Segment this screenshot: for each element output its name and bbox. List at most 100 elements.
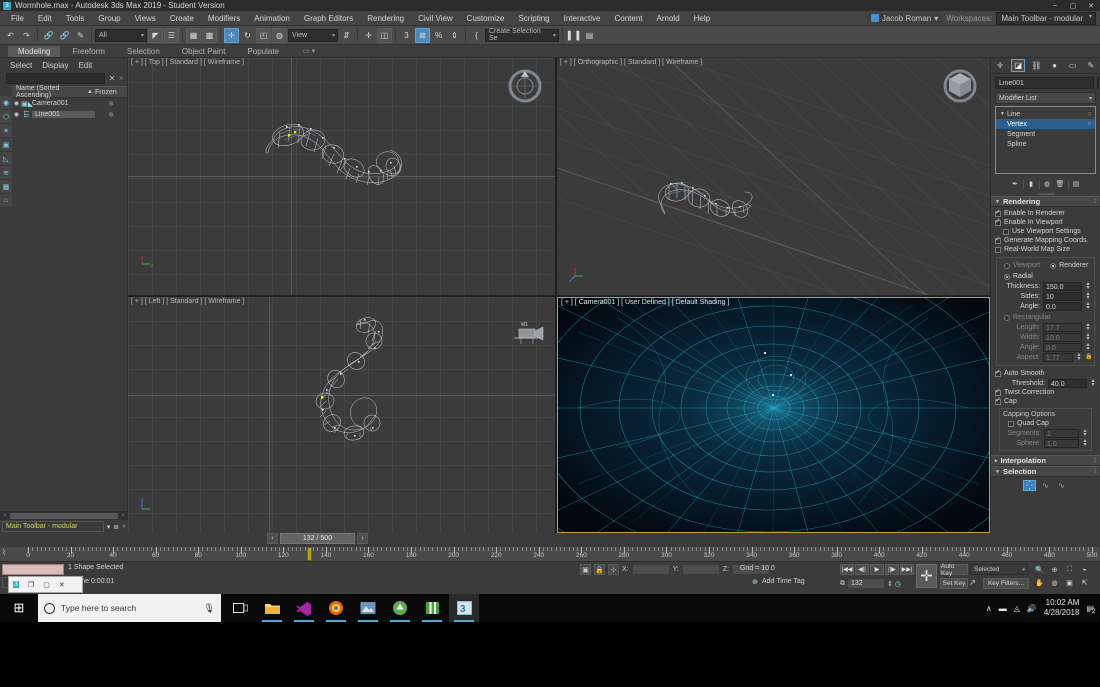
viewport-label[interactable]: [ + ] [ Top ] [ Standard ] [ Wireframe ]	[131, 59, 244, 66]
view-cube-top[interactable]	[503, 64, 547, 108]
length-value[interactable]: 17.7	[1043, 322, 1082, 332]
key-filters-button[interactable]: Key Filters...	[983, 578, 1029, 589]
file-explorer-icon[interactable]	[257, 594, 287, 622]
time-tag-icon[interactable]: ⊕	[752, 578, 758, 586]
menu-item-modifiers[interactable]: Modifiers	[201, 11, 247, 26]
select-and-move-icon[interactable]: ✛	[224, 27, 239, 43]
tab-freeform[interactable]: Freeform	[62, 46, 114, 57]
firefox-icon[interactable]	[321, 594, 351, 622]
threshold-value[interactable]: 40.0	[1048, 378, 1087, 388]
rectangular-selection-region-icon[interactable]: ▦	[186, 27, 201, 43]
percent-snap-toggle-icon[interactable]: %	[431, 28, 446, 43]
tab-selection[interactable]: Selection	[117, 46, 170, 57]
expand-panel-icon[interactable]: »	[119, 75, 123, 82]
delete-modifier-icon[interactable]: 🗑	[1055, 179, 1066, 190]
segments-value[interactable]: 1	[1044, 428, 1079, 438]
zoom-icon[interactable]: 🔍	[1033, 564, 1046, 575]
thickness-value[interactable]: 150.0	[1043, 281, 1082, 291]
menu-item-scripting[interactable]: Scripting	[511, 11, 556, 26]
quad-cap-checkbox[interactable]: Quad Cap	[1003, 419, 1088, 428]
maxscript-listener-mini[interactable]	[2, 564, 64, 575]
walkthrough-icon[interactable]: ⇱	[1078, 577, 1091, 588]
select-and-place-icon[interactable]: ◍	[272, 27, 287, 43]
vertex-sub-object-icon[interactable]: ⁛	[1023, 480, 1036, 491]
curve-editor-icon[interactable]: ↗	[969, 578, 976, 587]
menu-item-views[interactable]: Views	[128, 11, 163, 26]
track-bar[interactable]: ⌇ 0 20 40 60 80 100 120 140 160 180 200 220 240 260 28…	[0, 546, 1100, 561]
sides-spinner[interactable]: Sides: 10 ▴ ▾	[1000, 291, 1091, 301]
filter-lights-icon[interactable]: ☀	[0, 124, 12, 138]
frozen-icon[interactable]: ❄	[95, 111, 127, 119]
scene-explorer-search-input[interactable]	[6, 73, 106, 84]
rect-angle-value[interactable]: 0.0	[1043, 342, 1082, 352]
make-unique-icon[interactable]: ◍	[1042, 179, 1053, 190]
create-tab[interactable]: ✛	[993, 59, 1007, 72]
spinner-arrows-icon[interactable]: ▴ ▾	[1082, 438, 1088, 448]
spinner-arrows-icon[interactable]: ▴ ▾	[1085, 342, 1091, 352]
angle-snap-toggle-icon[interactable]: 3	[399, 28, 414, 43]
toolbar-name-field[interactable]: Main Toolbar - modular	[2, 521, 104, 532]
zoom-all-icon[interactable]: ⊕	[1048, 564, 1061, 575]
width-spinner[interactable]: Width: 10.0 ▴ ▾	[1000, 332, 1091, 342]
menu-item-arnold[interactable]: Arnold	[650, 11, 687, 26]
layers-icon[interactable]: ≣	[113, 523, 119, 531]
explorer-menu-edit[interactable]: Edit	[74, 61, 96, 70]
column-header-frozen[interactable]: Frozen	[95, 89, 127, 96]
prev-frame-button[interactable]: ‹	[267, 533, 278, 544]
pin-stack-icon[interactable]: ✒	[1010, 179, 1021, 190]
spinner-arrows-icon[interactable]: ▴ ▾	[1085, 301, 1091, 311]
current-frame-field[interactable]: 132	[847, 578, 885, 589]
use-pivot-center-icon[interactable]: ⇵	[339, 28, 354, 43]
next-frame-button[interactable]: ›	[357, 533, 368, 544]
spinner-arrows-icon[interactable]: ▴ ▾	[1085, 322, 1091, 332]
key-filter-scope-dropdown[interactable]: Selected	[970, 564, 1028, 575]
undo-button[interactable]: ↶	[3, 28, 18, 43]
taskbar-search-box[interactable]: Type here to search 🎙	[38, 594, 221, 622]
field-of-view-icon[interactable]: ◒	[1078, 564, 1091, 575]
clock[interactable]: 10:02 AM 4/28/2018	[1044, 598, 1080, 618]
previous-frame-button[interactable]: ◀||	[855, 564, 869, 575]
auto-smooth-checkbox[interactable]: Auto Smooth	[995, 368, 1096, 378]
start-button[interactable]: ⊞	[0, 594, 38, 622]
filter-geometry-icon[interactable]: ⬡	[0, 110, 12, 124]
width-value[interactable]: 10.0	[1043, 332, 1082, 342]
motion-tab[interactable]: ●	[1048, 59, 1062, 72]
orbit-icon[interactable]: ◍	[1048, 577, 1061, 588]
material-editor-icon[interactable]: ▌▐	[566, 28, 581, 43]
horizontal-scrollbar[interactable]: ‹ ›	[0, 511, 128, 520]
select-and-rotate-icon[interactable]: ↻	[240, 28, 255, 43]
twist-correction-checkbox[interactable]: Twist Correction	[995, 387, 1096, 397]
sphere-value[interactable]: 1.0	[1044, 438, 1079, 448]
segment-sub-object-icon[interactable]: ∿	[1039, 480, 1052, 491]
enable-in-viewport-checkbox[interactable]: Enable In Viewport	[995, 217, 1096, 227]
timeline-playhead[interactable]	[306, 547, 312, 561]
reference-coordinate-dropdown[interactable]: View	[288, 28, 338, 42]
viewport-left[interactable]: [ + ] [ Left ] [ Standard ] [ Wireframe …	[128, 297, 556, 533]
redo-button[interactable]: ↷	[19, 28, 34, 43]
set-key-button[interactable]: Set Key	[940, 578, 968, 589]
microphone-icon[interactable]: 🎙	[204, 603, 215, 614]
filter-cameras-icon[interactable]: ▣	[0, 138, 12, 152]
real-world-map-size-checkbox[interactable]: Real-World Map Size	[995, 245, 1096, 254]
minimized-window-popup[interactable]: 3 ❐ ▢ ✕	[8, 576, 83, 593]
align-icon[interactable]: ✛	[361, 28, 376, 43]
generate-mapping-coords-checkbox[interactable]: Generate Mapping Coords.	[995, 235, 1096, 245]
cap-checkbox[interactable]: Cap	[995, 396, 1096, 406]
scene-explorer-icon[interactable]: ▤	[582, 28, 597, 43]
utilities-tab[interactable]: ✎	[1084, 59, 1098, 72]
close-icon[interactable]: ✕	[59, 581, 65, 589]
auto-key-button[interactable]: Auto Key	[940, 563, 968, 577]
close-button[interactable]: ✕	[1082, 0, 1100, 11]
show-hidden-icons-chevron[interactable]: ∧	[986, 604, 992, 613]
viewport-top[interactable]: [ + ] [ Top ] [ Standard ] [ Wireframe ]	[128, 58, 556, 296]
display-tab[interactable]: ▭	[1066, 59, 1080, 72]
volume-icon[interactable]: 🔊	[1027, 604, 1037, 613]
menu-item-create[interactable]: Create	[163, 11, 201, 26]
menu-item-civil-view[interactable]: Civil View	[411, 11, 460, 26]
stack-item-spline[interactable]: Spline	[996, 139, 1095, 149]
selection-filter-dropdown[interactable]: All	[95, 28, 147, 42]
filter-groups-icon[interactable]: ▩	[0, 180, 12, 194]
time-slider[interactable]: ‹ 132 / 500 ›	[267, 533, 368, 544]
menu-item-edit[interactable]: Edit	[31, 11, 59, 26]
enable-in-renderer-checkbox[interactable]: Enable In Renderer	[995, 208, 1096, 218]
